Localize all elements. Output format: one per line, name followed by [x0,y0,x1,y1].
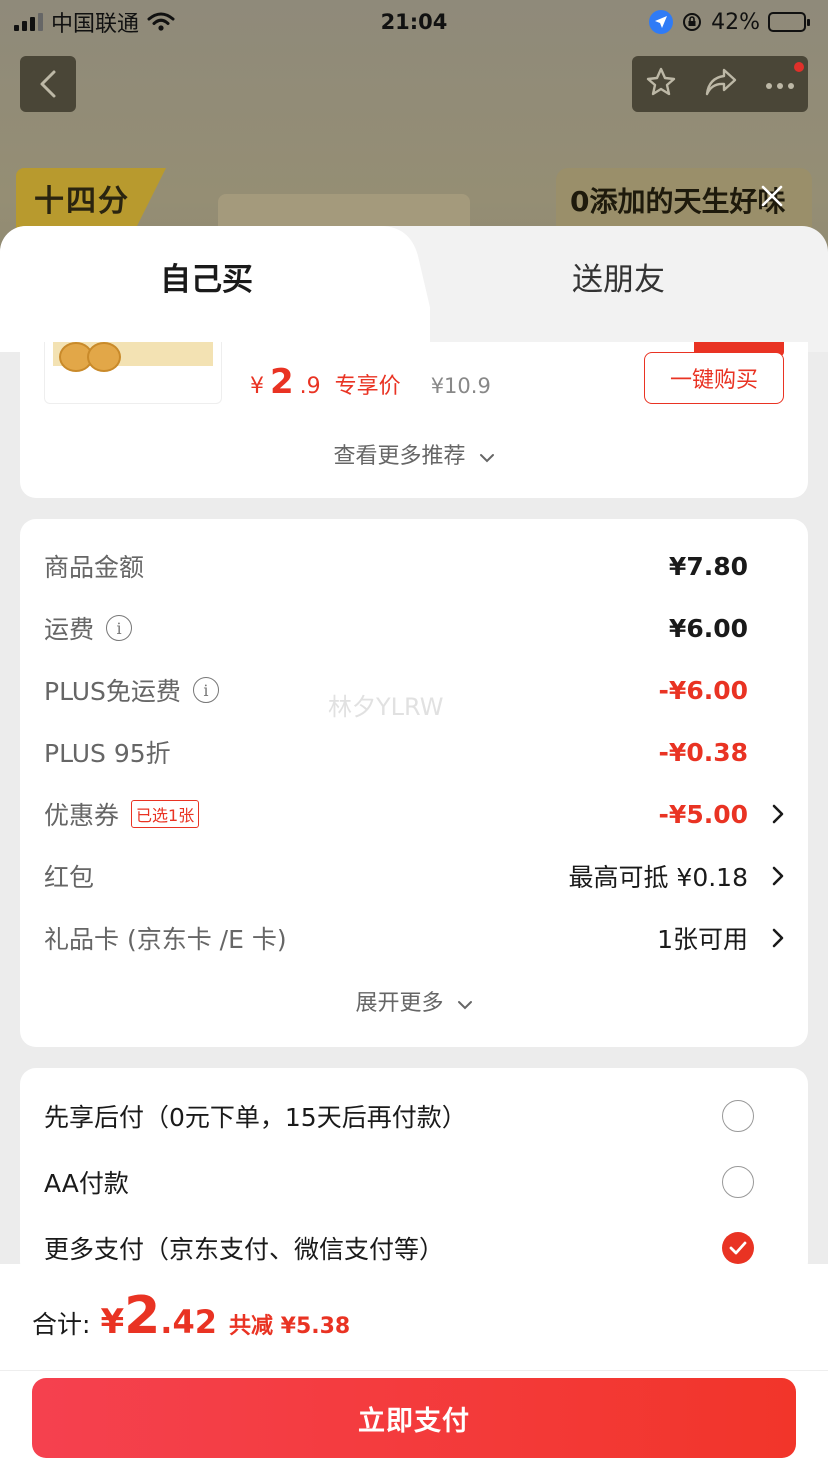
fee-card: 林夕YLRW 商品金额 ¥7.80 运费 i ¥6.00 PLUS免运费 i -¥6… [20,519,808,1047]
favorite-button[interactable] [645,66,677,102]
close-button[interactable] [752,176,792,216]
close-icon [761,185,783,207]
wifi-icon [147,12,175,31]
location-icon [649,10,674,34]
chevron-right-icon [772,804,784,824]
fee-row-gift-card[interactable]: 礼品卡 (京东卡 /E 卡) 1张可用 [44,918,784,958]
fee-row-plus-discount: PLUS 95折 -¥0.38 [44,737,748,769]
rotation-lock-icon [683,13,702,31]
chevron-right-icon [772,928,784,948]
fee-row-red-packet[interactable]: 红包 最高可抵 ¥0.18 [44,856,784,896]
total-saved: 共减 ¥5.38 [228,1314,351,1339]
signal-icon [14,13,43,31]
more-button[interactable] [765,75,795,94]
order-total: 合计: ¥2.42 共减 ¥5.38 [32,1286,351,1346]
fee-row-shipping: 运费 i ¥6.00 [44,613,748,645]
radio-button-checked[interactable] [722,1232,754,1264]
exclusive-price-label: 专享价 [334,374,401,399]
chevron-down-icon [479,454,494,463]
divider [0,1370,828,1371]
coupon-selected-badge: 已选1张 [131,800,200,828]
tab-gift[interactable]: 送朋友 [572,254,665,299]
fee-row-coupon[interactable]: 优惠券 已选1张 -¥5.00 [44,794,784,834]
pay-option-aa[interactable]: AA付款 [44,1160,754,1204]
payment-card: 先享后付（0元下单，15天后再付款） AA付款 更多支付（京东支付、微信支付等） [20,1068,808,1278]
view-more-recommend[interactable]: 查看更多推荐 [20,438,808,470]
original-price: ¥10.9 [430,374,491,398]
star-icon [647,67,676,96]
notification-dot [794,62,804,72]
expand-more[interactable]: 展开更多 [20,985,808,1017]
purchase-tabs: 自己买 送朋友 [0,226,828,352]
tab-self-buy[interactable]: 自己买 [160,254,253,299]
share-icon [705,68,737,96]
check-icon [729,1241,747,1255]
pay-option-later[interactable]: 先享后付（0元下单，15天后再付款） [44,1094,754,1138]
status-bar: 中国联通 21:04 42% [0,0,828,44]
recommend-price: ¥2.9 专享价 ¥10.9 [250,362,491,402]
fee-row-plus-free-shipping: PLUS免运费 i -¥6.00 [44,675,748,707]
chevron-left-icon [40,70,56,98]
carrier-label: 中国联通 [51,12,140,37]
chevron-right-icon [772,866,784,886]
info-icon[interactable]: i [106,615,133,641]
battery-percent: 42% [711,9,760,35]
nav-actions [632,56,808,112]
info-icon[interactable]: i [192,677,219,703]
pay-now-button[interactable]: 立即支付 [32,1378,796,1458]
product-thumbnail[interactable] [44,342,222,404]
radio-button[interactable] [722,1166,754,1198]
fee-row-goods: 商品金额 ¥7.80 [44,551,748,583]
battery-icon [768,12,810,32]
checkout-footer: 合计: ¥2.42 共减 ¥5.38 立即支付 [0,1264,828,1472]
radio-button[interactable] [722,1100,754,1132]
share-button[interactable] [704,67,738,101]
recommend-card: ¥2.9 专享价 ¥10.9 一键购买 查看更多推荐 [20,342,808,498]
one-click-buy-button[interactable]: 一键购买 [644,352,784,404]
chevron-down-icon [457,1001,472,1010]
back-button[interactable] [20,56,76,112]
more-dots-icon [765,82,794,89]
